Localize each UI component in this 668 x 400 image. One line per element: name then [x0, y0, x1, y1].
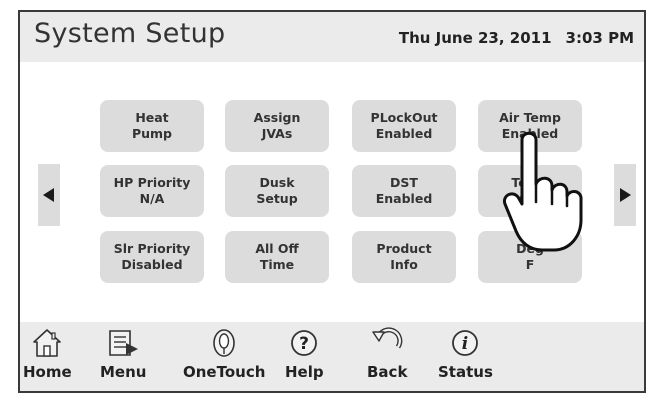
dusk-setup-button[interactable]: Dusk Setup: [225, 165, 329, 217]
right-arrow-icon: [620, 188, 631, 202]
all-off-time-label: All Off Time: [255, 241, 299, 272]
next-page-button[interactable]: [614, 164, 636, 226]
dst-label: DST Enabled: [375, 175, 433, 206]
tab-status-label: Status: [438, 363, 493, 381]
tab-onetouch[interactable]: OneTouch: [183, 326, 265, 381]
air-temp-button[interactable]: Air Temp Enabled: [478, 100, 582, 152]
dusk-setup-label: Dusk Setup: [256, 175, 298, 206]
home-icon: [30, 326, 64, 360]
degrees-label: Deg F: [516, 241, 544, 272]
page-title: System Setup: [34, 18, 226, 49]
svg-text:?: ?: [299, 334, 309, 354]
product-info-label: Product Info: [376, 241, 432, 272]
degrees-button[interactable]: Deg F: [478, 231, 582, 283]
temp-cal-button[interactable]: Temp Cal: [478, 165, 582, 217]
time-text: 3:03 PM: [565, 29, 634, 47]
tab-home-label: Home: [23, 363, 72, 381]
prev-page-button[interactable]: [38, 164, 60, 226]
tab-back[interactable]: Back: [367, 326, 407, 381]
tab-home[interactable]: Home: [23, 326, 72, 381]
onetouch-icon: [207, 326, 241, 360]
tab-back-label: Back: [367, 363, 408, 381]
back-icon: [370, 326, 404, 360]
tab-help-label: Help: [285, 363, 324, 381]
help-icon: ?: [287, 326, 321, 360]
heat-pump-button[interactable]: Heat Pump: [100, 100, 204, 152]
tab-help[interactable]: ? Help: [285, 326, 324, 381]
product-info-button[interactable]: Product Info: [352, 231, 456, 283]
all-off-time-button[interactable]: All Off Time: [225, 231, 329, 283]
setup-screen: System Setup Thu June 23, 2011 3:03 PM He…: [18, 10, 646, 393]
menu-icon: [106, 326, 140, 360]
plockout-label: PLockOut Enabled: [370, 110, 438, 141]
left-arrow-icon: [43, 188, 54, 202]
plockout-button[interactable]: PLockOut Enabled: [352, 100, 456, 152]
dst-button[interactable]: DST Enabled: [352, 165, 456, 217]
date-time: Thu June 23, 2011 3:03 PM: [399, 29, 634, 47]
air-temp-label: Air Temp Enabled: [499, 110, 561, 141]
tab-menu[interactable]: Menu: [100, 326, 146, 381]
tab-menu-label: Menu: [100, 363, 147, 381]
footer-bar: Home Menu OneTouch ? Help Back i Status: [20, 322, 644, 391]
date-text: Thu June 23, 2011: [398, 29, 552, 47]
header-bar: System Setup Thu June 23, 2011 3:03 PM: [20, 12, 644, 62]
slr-priority-label: Slr Priority Disabled: [113, 241, 191, 272]
slr-priority-button[interactable]: Slr Priority Disabled: [100, 231, 204, 283]
hp-priority-button[interactable]: HP Priority N/A: [100, 165, 204, 217]
hp-priority-label: HP Priority N/A: [113, 175, 191, 206]
heat-pump-label: Heat Pump: [131, 110, 173, 141]
temp-cal-label: Temp Cal: [511, 175, 549, 206]
svg-text:i: i: [462, 334, 468, 354]
tab-onetouch-label: OneTouch: [183, 363, 266, 381]
assign-jvas-label: Assign JVAs: [253, 110, 301, 141]
tab-status[interactable]: i Status: [438, 326, 493, 381]
status-icon: i: [448, 326, 482, 360]
assign-jvas-button[interactable]: Assign JVAs: [225, 100, 329, 152]
